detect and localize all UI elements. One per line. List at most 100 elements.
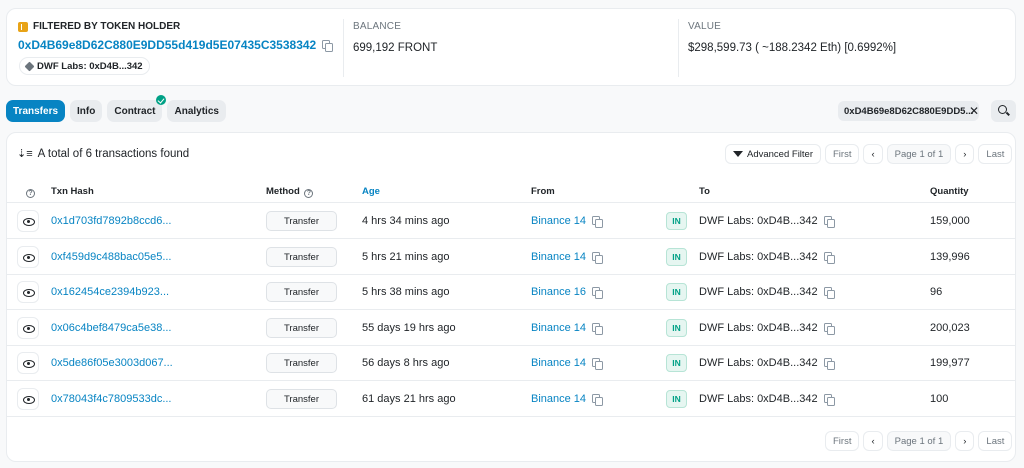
holder-address-link[interactable]: 0xD4B69e8D62C880E9DD55d419d5E07435C35383…: [18, 38, 316, 52]
tab-transfers[interactable]: Transfers: [6, 100, 66, 122]
copy-icon[interactable]: [823, 323, 835, 335]
eye-icon[interactable]: [17, 388, 39, 410]
age-text: 56 days 8 hrs ago: [362, 357, 450, 369]
from-link[interactable]: Binance 16: [531, 286, 586, 298]
method-badge: Transfer: [266, 247, 337, 267]
verified-check-icon: [156, 95, 167, 105]
tag-icon: [24, 61, 35, 71]
first-page-button[interactable]: First: [825, 144, 860, 164]
quantity-value: 159,000: [930, 215, 970, 227]
to-address: DWF Labs: 0xD4B...342: [699, 215, 835, 228]
to-label: DWF Labs: 0xD4B...342: [699, 286, 818, 298]
eye-icon[interactable]: [17, 352, 39, 374]
method-badge: Transfer: [266, 211, 337, 231]
from-address: Binance 14: [531, 393, 604, 406]
column-from: From: [531, 186, 555, 197]
quantity-value: 96: [930, 286, 943, 298]
txn-hash-link[interactable]: 0x06c4bef8479ca5e38...: [51, 322, 172, 334]
quantity-value: 200,023: [930, 322, 970, 334]
copy-icon[interactable]: [823, 252, 835, 264]
page-indicator: Page 1 of 1: [886, 144, 952, 164]
direction-badge: IN: [666, 319, 687, 337]
prev-page-button[interactable]: ‹: [863, 144, 883, 164]
from-link[interactable]: Binance 14: [531, 357, 586, 369]
to-label: DWF Labs: 0xD4B...342: [699, 322, 818, 334]
quantity-value: 139,996: [930, 251, 970, 263]
to-label: DWF Labs: 0xD4B...342: [699, 393, 818, 405]
copy-icon[interactable]: [823, 394, 835, 406]
txn-hash-link[interactable]: 0x78043f4c7809533dc...: [51, 393, 172, 405]
value-section: VALUE $298,599.73 ( ~188.2342 Eth) [0.69…: [688, 21, 896, 99]
from-link[interactable]: Binance 14: [531, 215, 586, 227]
method-badge: Transfer: [266, 389, 337, 409]
age-text: 5 hrs 38 mins ago: [362, 286, 450, 298]
age-text: 4 hrs 34 mins ago: [362, 215, 450, 227]
first-page-button[interactable]: First: [825, 431, 860, 451]
from-link[interactable]: Binance 14: [531, 251, 586, 263]
eye-icon[interactable]: [17, 281, 39, 303]
filter-flag-icon: [18, 21, 28, 32]
holder-section: FILTERED BY TOKEN HOLDER 0xD4B69e8D62C88…: [7, 9, 343, 87]
pagination-top: First ‹ Page 1 of 1 › Last: [825, 144, 1013, 164]
column-to: To: [699, 186, 710, 197]
divider: [343, 19, 344, 77]
to-address: DWF Labs: 0xD4B...342: [699, 286, 835, 299]
from-link[interactable]: Binance 14: [531, 322, 586, 334]
help-icon: ?: [304, 189, 314, 198]
prev-page-button[interactable]: ‹: [863, 431, 883, 451]
from-address: Binance 14: [531, 251, 604, 264]
eye-icon[interactable]: [17, 246, 39, 268]
txn-hash-link[interactable]: 0x1d703fd7892b8ccd6...: [51, 215, 172, 227]
quantity-value: 100: [930, 393, 949, 405]
table-row: 0xf459d9c488bac05e5... Transfer 5 hrs 21…: [7, 240, 1015, 275]
age-text: 55 days 19 hrs ago: [362, 322, 456, 334]
copy-icon[interactable]: [592, 358, 604, 370]
to-address: DWF Labs: 0xD4B...342: [699, 251, 835, 264]
advanced-filter-button[interactable]: Advanced Filter: [725, 144, 822, 164]
close-icon[interactable]: ✕: [966, 104, 982, 118]
sort-icon[interactable]: ⇣≡: [17, 147, 33, 160]
txn-hash-link[interactable]: 0x162454ce2394b923...: [51, 286, 169, 298]
copy-icon[interactable]: [592, 216, 604, 228]
holder-name-tag[interactable]: DWF Labs: 0xD4B...342: [19, 57, 150, 75]
last-page-button[interactable]: Last: [978, 431, 1013, 451]
copy-icon[interactable]: [592, 394, 604, 406]
copy-icon[interactable]: [592, 252, 604, 264]
eye-icon[interactable]: [17, 317, 39, 339]
copy-icon[interactable]: [823, 358, 835, 370]
balance-section: BALANCE 699,192 FRONT: [353, 21, 437, 99]
column-method: Method ?: [266, 186, 314, 198]
copy-icon[interactable]: [823, 216, 835, 228]
page-indicator: Page 1 of 1: [886, 431, 952, 451]
copy-icon[interactable]: [592, 287, 604, 299]
holder-label: FILTERED BY TOKEN HOLDER: [18, 21, 180, 32]
copy-icon[interactable]: [322, 40, 334, 52]
next-page-button[interactable]: ›: [955, 431, 975, 451]
next-page-button[interactable]: ›: [955, 144, 975, 164]
column-txn-hash: Txn Hash: [51, 186, 94, 197]
tab-analytics[interactable]: Analytics: [167, 100, 226, 122]
tab-contract[interactable]: Contract: [107, 95, 167, 122]
from-link[interactable]: Binance 14: [531, 393, 586, 405]
address-filter-chip[interactable]: 0xD4B69e8D62C880E9DD5...: [838, 101, 980, 121]
column-method-label: Method: [266, 186, 300, 197]
to-address: DWF Labs: 0xD4B...342: [699, 393, 835, 406]
from-address: Binance 16: [531, 286, 604, 299]
direction-badge: IN: [666, 212, 687, 230]
direction-badge: IN: [666, 390, 687, 408]
search-button[interactable]: [991, 100, 1016, 122]
help-icon: ?: [26, 189, 35, 198]
copy-icon[interactable]: [823, 287, 835, 299]
copy-icon[interactable]: [592, 323, 604, 335]
txn-hash-link[interactable]: 0x5de86f05e3003d067...: [51, 357, 173, 369]
tab-contract-label: Contract: [114, 105, 156, 117]
column-age[interactable]: Age: [362, 186, 380, 197]
table-row: 0x1d703fd7892b8ccd6... Transfer 4 hrs 34…: [7, 204, 1015, 239]
tab-info[interactable]: Info: [70, 100, 103, 122]
table-row: 0x06c4bef8479ca5e38... Transfer 55 days …: [7, 311, 1015, 346]
last-page-button[interactable]: Last: [978, 144, 1013, 164]
value-value: $298,599.73 ( ~188.2342 Eth) [0.6992%]: [688, 42, 897, 54]
eye-icon[interactable]: [17, 210, 39, 232]
txn-hash-link[interactable]: 0xf459d9c488bac05e5...: [51, 251, 172, 263]
table-row: 0x78043f4c7809533dc... Transfer 61 days …: [7, 382, 1015, 417]
